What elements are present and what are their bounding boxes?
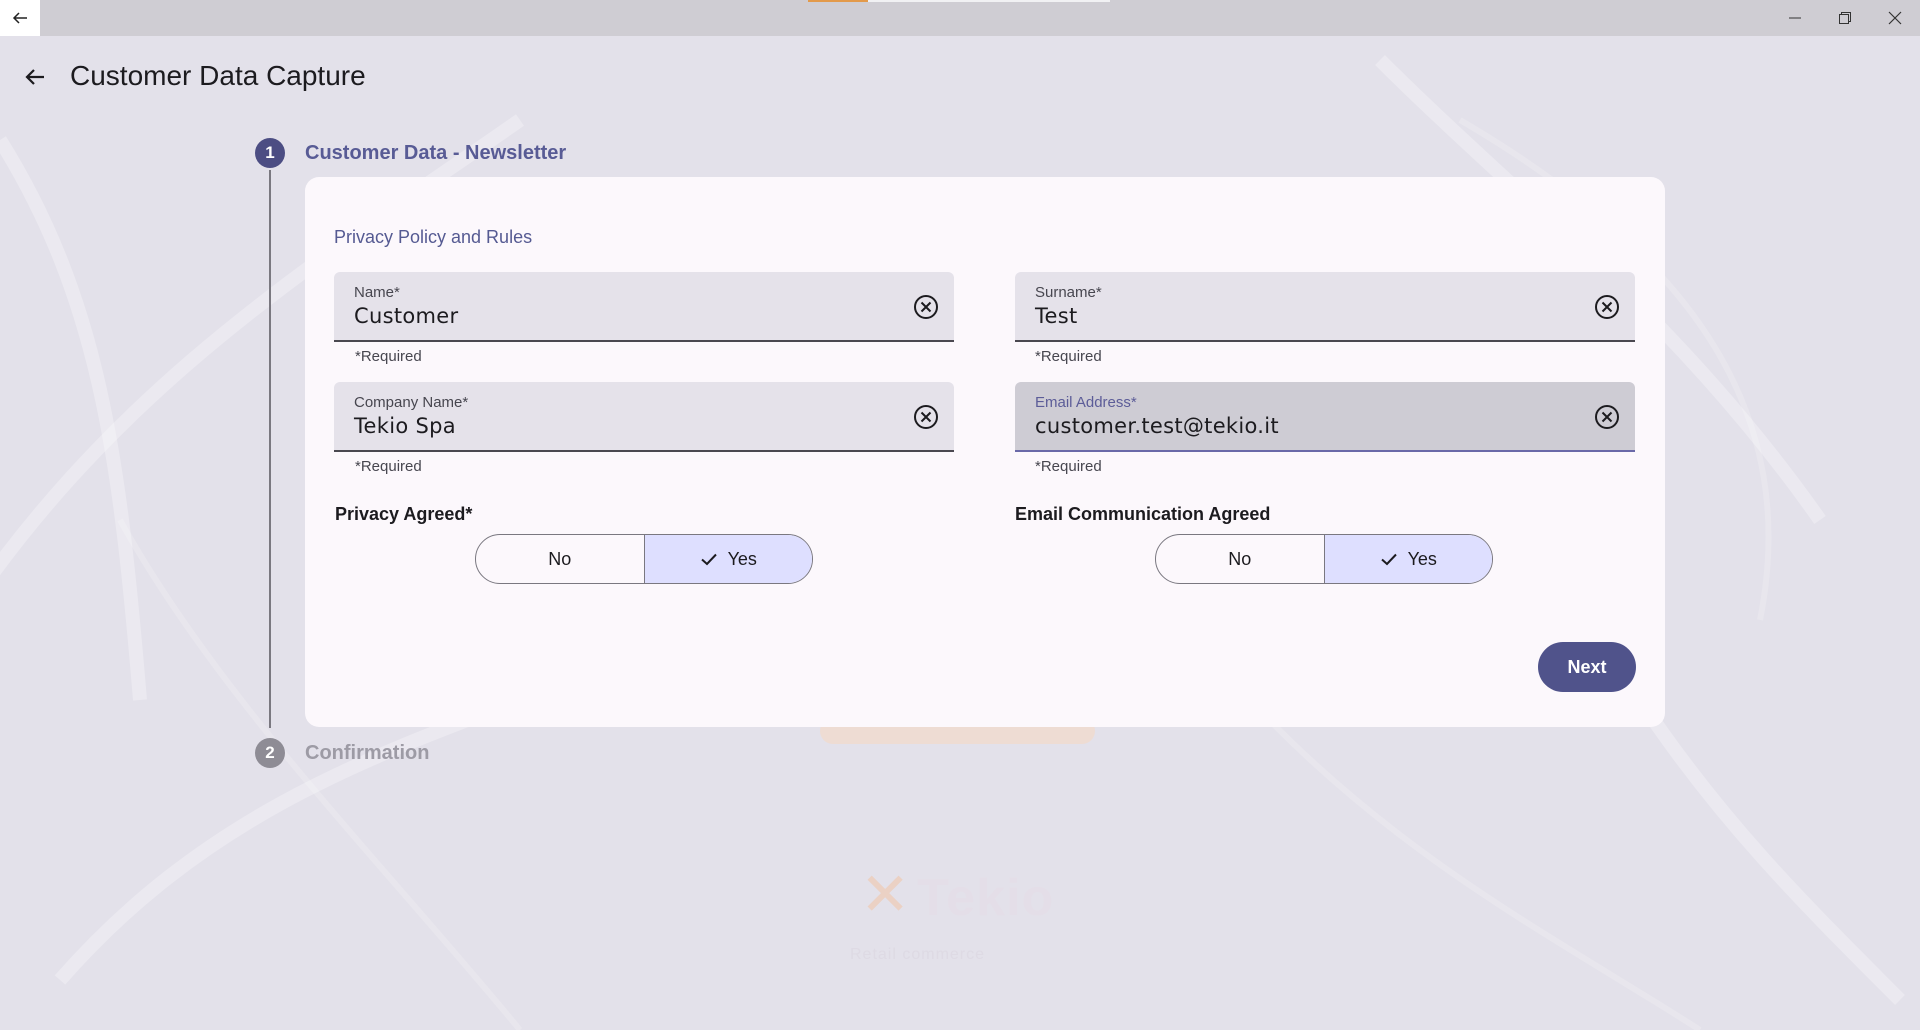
section-title: Privacy Policy and Rules <box>334 227 533 247</box>
name-helper-text: *Required <box>355 348 422 365</box>
email-comm-no-option[interactable]: No <box>1156 535 1324 583</box>
privacy-agreed-title: Privacy Agreed* <box>335 504 473 524</box>
company-field-label: Company Name* <box>354 394 469 411</box>
restore-button[interactable] <box>1820 0 1870 36</box>
privacy-agreed-toggle: No Yes <box>475 534 813 584</box>
email-communication-toggle: No Yes <box>1155 534 1493 584</box>
email-comm-yes-label: Yes <box>1407 548 1437 569</box>
clear-circle-icon <box>914 295 938 319</box>
company-name-field[interactable]: Company Name* Tekio Spa <box>334 382 954 452</box>
minimize-button[interactable] <box>1770 0 1820 36</box>
arrow-left-icon <box>12 12 27 24</box>
privacy-no-label: No <box>548 548 572 569</box>
clear-company-button[interactable] <box>912 403 940 431</box>
check-icon <box>700 550 718 568</box>
privacy-yes-label: Yes <box>727 548 757 569</box>
email-helper-text: *Required <box>1035 458 1102 475</box>
surname-field-value[interactable]: Test <box>1035 304 1078 328</box>
privacy-no-option[interactable]: No <box>476 535 644 583</box>
step-1-label[interactable]: Customer Data - Newsletter <box>305 142 566 165</box>
step-2-label[interactable]: Confirmation <box>305 742 429 765</box>
background-tagline: Retail commerce <box>850 946 986 963</box>
restore-icon <box>1839 12 1851 24</box>
name-field-label: Name* <box>354 284 400 301</box>
titlebar-back-button[interactable] <box>0 0 40 36</box>
name-field[interactable]: Name* Customer <box>334 272 954 342</box>
email-field-label: Email Address* <box>1035 394 1137 411</box>
name-field-value[interactable]: Customer <box>354 304 458 328</box>
check-icon <box>1380 550 1398 568</box>
arrow-left-icon <box>25 69 44 85</box>
email-field-value[interactable]: customer.test@tekio.it <box>1035 414 1279 438</box>
clear-surname-button[interactable] <box>1593 293 1621 321</box>
clear-circle-icon <box>1595 295 1619 319</box>
step-2-indicator: 2 <box>255 738 285 768</box>
stepper-connector <box>269 170 271 728</box>
loading-progress <box>808 0 1110 2</box>
surname-field-label: Surname* <box>1035 284 1102 301</box>
privacy-yes-option[interactable]: Yes <box>643 535 812 583</box>
email-field[interactable]: Email Address* customer.test@tekio.it <box>1015 382 1635 452</box>
page-back-button[interactable] <box>20 62 50 92</box>
surname-field[interactable]: Surname* Test <box>1015 272 1635 342</box>
minimize-icon <box>1789 17 1801 19</box>
close-icon <box>1888 11 1902 25</box>
clear-circle-icon <box>1595 405 1619 429</box>
clear-name-button[interactable] <box>912 293 940 321</box>
page-title: Customer Data Capture <box>70 60 366 91</box>
email-comm-no-label: No <box>1228 548 1252 569</box>
next-button[interactable]: Next <box>1538 642 1636 692</box>
surname-helper-text: *Required <box>1035 348 1102 365</box>
company-helper-text: *Required <box>355 458 422 475</box>
email-comm-yes-option[interactable]: Yes <box>1323 535 1492 583</box>
step-1-indicator: 1 <box>255 138 285 168</box>
company-field-value[interactable]: Tekio Spa <box>354 414 456 438</box>
window-titlebar <box>0 0 1920 36</box>
background-logo: ✕ Tekio <box>860 861 1055 928</box>
clear-email-button[interactable] <box>1593 403 1621 431</box>
form-card: Privacy Policy and Rules Name* Customer … <box>305 177 1665 727</box>
clear-circle-icon <box>914 405 938 429</box>
close-window-button[interactable] <box>1870 0 1920 36</box>
email-communication-title: Email Communication Agreed <box>1015 504 1271 524</box>
